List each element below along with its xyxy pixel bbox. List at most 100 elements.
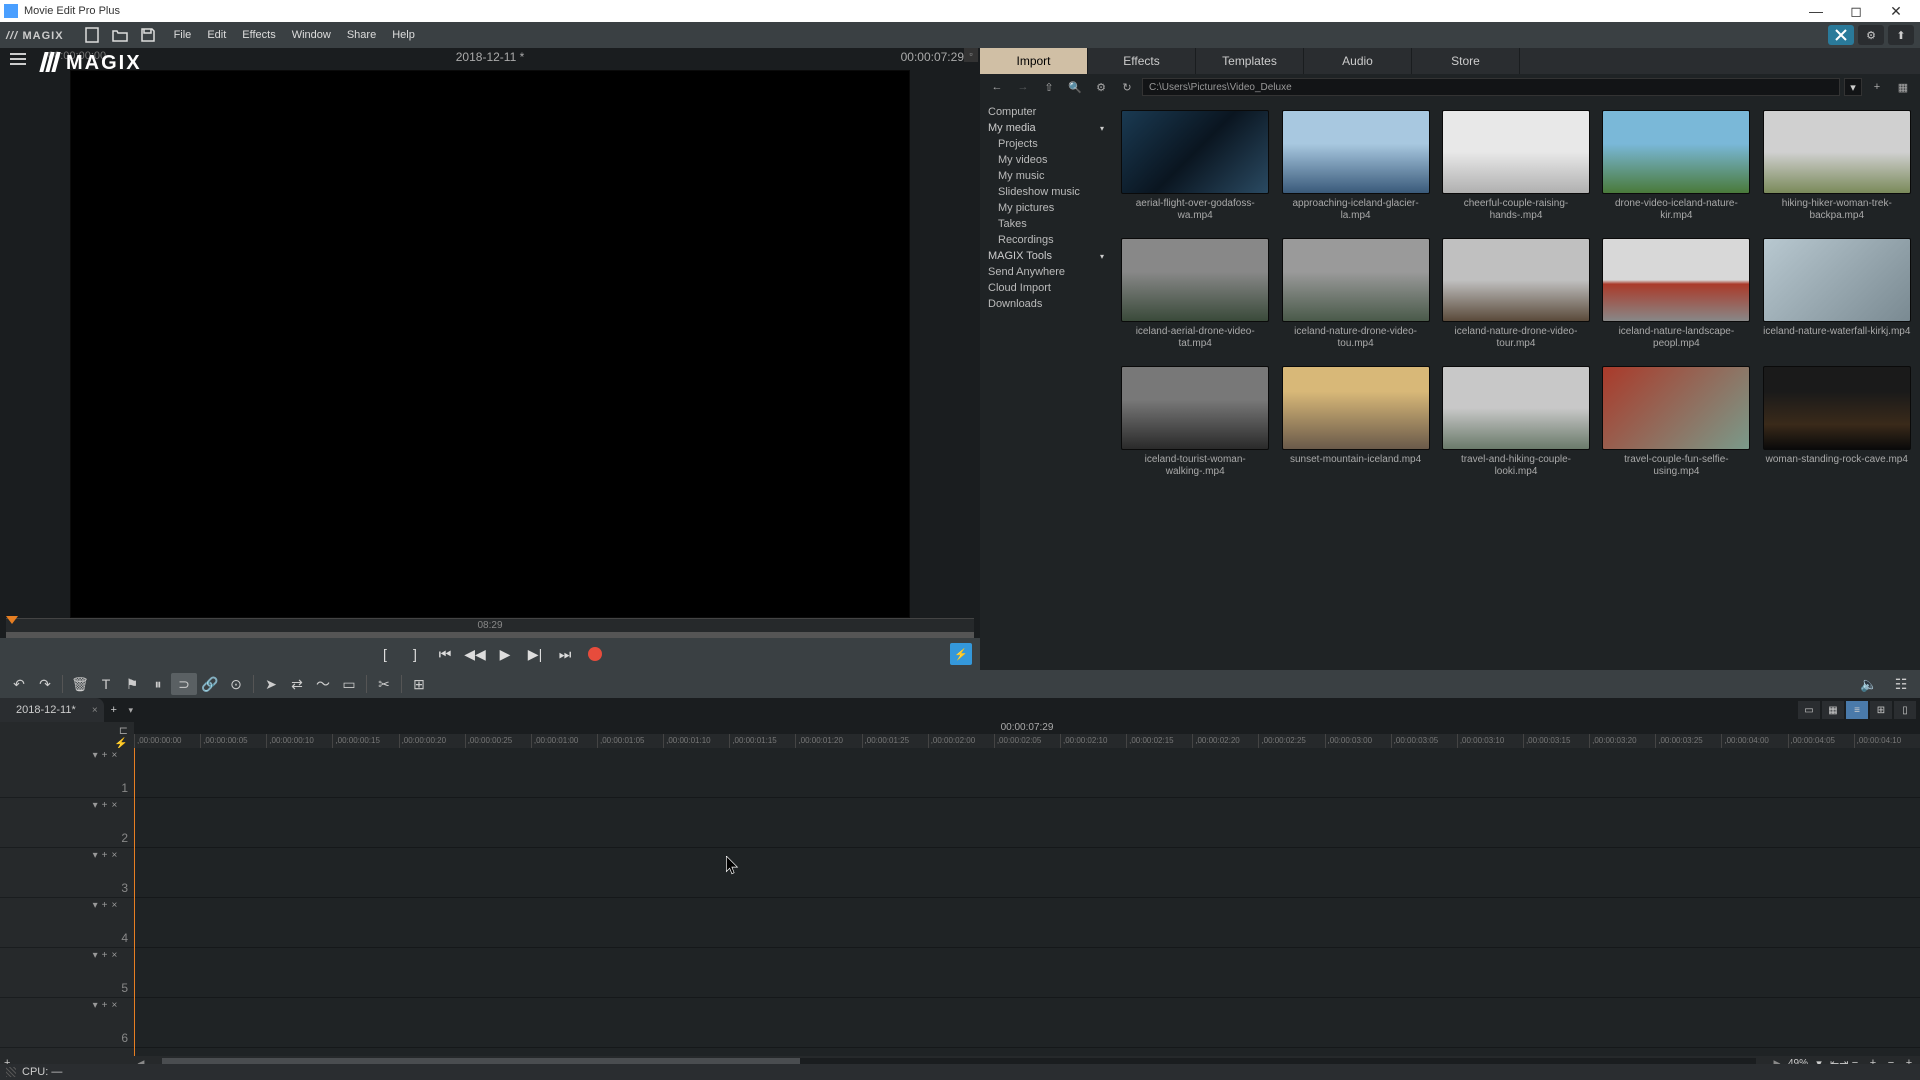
- tree-slideshow-music[interactable]: Slideshow music: [980, 184, 1112, 200]
- tree-my-videos[interactable]: My videos: [980, 152, 1112, 168]
- next-frame-button[interactable]: ▶|: [520, 644, 550, 664]
- tree-projects[interactable]: Projects: [980, 136, 1112, 152]
- split-icon[interactable]: ⏸: [145, 673, 171, 695]
- store-shortcut-icon[interactable]: [1828, 25, 1854, 45]
- media-item[interactable]: woman-standing-rock-cave.mp4: [1762, 366, 1912, 478]
- view-grid-icon[interactable]: ▦: [1892, 77, 1914, 97]
- menu-window[interactable]: Window: [284, 22, 339, 48]
- media-item[interactable]: iceland-nature-drone-video-tour.mp4: [1441, 238, 1591, 350]
- media-item[interactable]: iceland-tourist-woman-walking-.mp4: [1120, 366, 1270, 478]
- path-field[interactable]: C:\Users\Pictures\Video_Deluxe: [1142, 78, 1840, 96]
- track-lane[interactable]: [134, 848, 1920, 898]
- menu-edit[interactable]: Edit: [199, 22, 234, 48]
- view-scene-icon[interactable]: ▦: [1822, 701, 1844, 719]
- object-tool-icon[interactable]: ▭: [336, 673, 362, 695]
- tab-templates[interactable]: Templates: [1196, 48, 1304, 74]
- redo-icon[interactable]: ↷: [32, 673, 58, 695]
- goto-start-button[interactable]: ⏮: [430, 644, 460, 664]
- menu-share[interactable]: Share: [339, 22, 384, 48]
- track-header[interactable]: ▾+×4: [0, 898, 134, 948]
- title-icon[interactable]: T: [93, 673, 119, 695]
- maximize-button[interactable]: ◻: [1836, 1, 1876, 21]
- tree-my-pictures[interactable]: My pictures: [980, 200, 1112, 216]
- tab-effects[interactable]: Effects: [1088, 48, 1196, 74]
- menu-effects[interactable]: Effects: [234, 22, 283, 48]
- add-object-icon[interactable]: ⊞: [406, 673, 432, 695]
- track-header[interactable]: ▾+×3: [0, 848, 134, 898]
- delete-icon[interactable]: 🗑: [67, 673, 93, 695]
- media-item[interactable]: iceland-aerial-drone-video-tat.mp4: [1120, 238, 1270, 350]
- view-multicam-icon[interactable]: ⊞: [1870, 701, 1892, 719]
- range-end-button[interactable]: ]: [400, 644, 430, 664]
- add-location-icon[interactable]: +: [1866, 77, 1888, 97]
- tree-send-anywhere[interactable]: Send Anywhere: [980, 264, 1112, 280]
- marker-icon[interactable]: ⚑: [119, 673, 145, 695]
- close-tab-icon[interactable]: ×: [92, 705, 98, 716]
- track-lane[interactable]: [134, 948, 1920, 998]
- project-tab[interactable]: 2018-12-11* ×: [0, 698, 104, 722]
- undo-icon[interactable]: ↶: [6, 673, 32, 695]
- tab-audio[interactable]: Audio: [1304, 48, 1412, 74]
- track-remove-icon[interactable]: ×: [111, 750, 117, 761]
- track-lane[interactable]: [134, 998, 1920, 1048]
- curve-tool-icon[interactable]: ～: [310, 673, 336, 695]
- track-lanes[interactable]: [134, 748, 1920, 1056]
- playhead-marker-icon[interactable]: [6, 616, 18, 624]
- save-icon[interactable]: [138, 25, 158, 45]
- track-collapse-icon[interactable]: ▾: [93, 750, 98, 761]
- timeline-playhead[interactable]: [134, 748, 135, 1056]
- search-icon[interactable]: 🔍: [1064, 77, 1086, 97]
- refresh-icon[interactable]: ↻: [1116, 77, 1138, 97]
- track-header[interactable]: ▾+×6: [0, 998, 134, 1048]
- pointer-tool-icon[interactable]: ➤: [258, 673, 284, 695]
- tree-downloads[interactable]: Downloads: [980, 296, 1112, 312]
- media-item[interactable]: cheerful-couple-raising-hands-.mp4: [1441, 110, 1591, 222]
- new-project-icon[interactable]: [82, 25, 102, 45]
- record-button[interactable]: [580, 644, 610, 664]
- view-storyboard-icon[interactable]: ▭: [1798, 701, 1820, 719]
- media-item[interactable]: sunset-mountain-iceland.mp4: [1280, 366, 1430, 478]
- tab-store[interactable]: Store: [1412, 48, 1520, 74]
- media-item[interactable]: drone-video-iceland-nature-kir.mp4: [1601, 110, 1751, 222]
- monitor-menu-icon[interactable]: [8, 50, 28, 68]
- prev-frame-button[interactable]: ◀◀: [460, 644, 490, 664]
- media-item[interactable]: iceland-nature-waterfall-kirkj.mp4: [1762, 238, 1912, 350]
- toggle-overview-icon[interactable]: ▯: [1894, 701, 1916, 719]
- goto-end-button[interactable]: ⏭: [550, 644, 580, 664]
- stretch-tool-icon[interactable]: ⇄: [284, 673, 310, 695]
- tree-cloud-import[interactable]: Cloud Import: [980, 280, 1112, 296]
- range-start-button[interactable]: [: [370, 644, 400, 664]
- tab-import[interactable]: Import: [980, 48, 1088, 74]
- tree-computer[interactable]: Computer: [980, 104, 1112, 120]
- cut-tool-icon[interactable]: ✂: [371, 673, 397, 695]
- track-lane[interactable]: [134, 798, 1920, 848]
- monitor-collapse-icon[interactable]: ▫: [964, 48, 978, 62]
- nav-up-icon[interactable]: ⇧: [1038, 77, 1060, 97]
- nav-forward-icon[interactable]: →: [1012, 77, 1034, 97]
- mouse-mode-icon[interactable]: ⊃: [171, 673, 197, 695]
- link-icon[interactable]: 🔗: [197, 673, 223, 695]
- project-tab-dropdown[interactable]: ▾: [124, 705, 138, 716]
- performance-mode-icon[interactable]: ⚡: [950, 643, 972, 665]
- nav-back-icon[interactable]: ←: [986, 77, 1008, 97]
- tree-recordings[interactable]: Recordings: [980, 232, 1112, 248]
- track-header[interactable]: ▾+×1: [0, 748, 134, 798]
- media-item[interactable]: iceland-nature-drone-video-tou.mp4: [1280, 238, 1430, 350]
- export-share-icon[interactable]: ⬆: [1888, 25, 1914, 45]
- open-folder-icon[interactable]: [110, 25, 130, 45]
- media-item[interactable]: aerial-flight-over-godafoss-wa.mp4: [1120, 110, 1270, 222]
- media-item[interactable]: approaching-iceland-glacier-la.mp4: [1280, 110, 1430, 222]
- track-add-icon[interactable]: +: [102, 750, 108, 761]
- mixer-icon[interactable]: ☷: [1888, 673, 1914, 695]
- media-item[interactable]: travel-couple-fun-selfie-using.mp4: [1601, 366, 1751, 478]
- track-header[interactable]: ▾+×5: [0, 948, 134, 998]
- mute-icon[interactable]: 🔈: [1856, 673, 1882, 695]
- track-header[interactable]: ▾+×2: [0, 798, 134, 848]
- track-lane[interactable]: [134, 748, 1920, 798]
- settings-gear-icon[interactable]: ⚙: [1858, 25, 1884, 45]
- browser-settings-icon[interactable]: ⚙: [1090, 77, 1112, 97]
- group-icon[interactable]: ⊙: [223, 673, 249, 695]
- tree-my-music[interactable]: My music: [980, 168, 1112, 184]
- tree-my-media[interactable]: My media▾: [980, 120, 1112, 136]
- add-project-tab[interactable]: +: [104, 704, 124, 716]
